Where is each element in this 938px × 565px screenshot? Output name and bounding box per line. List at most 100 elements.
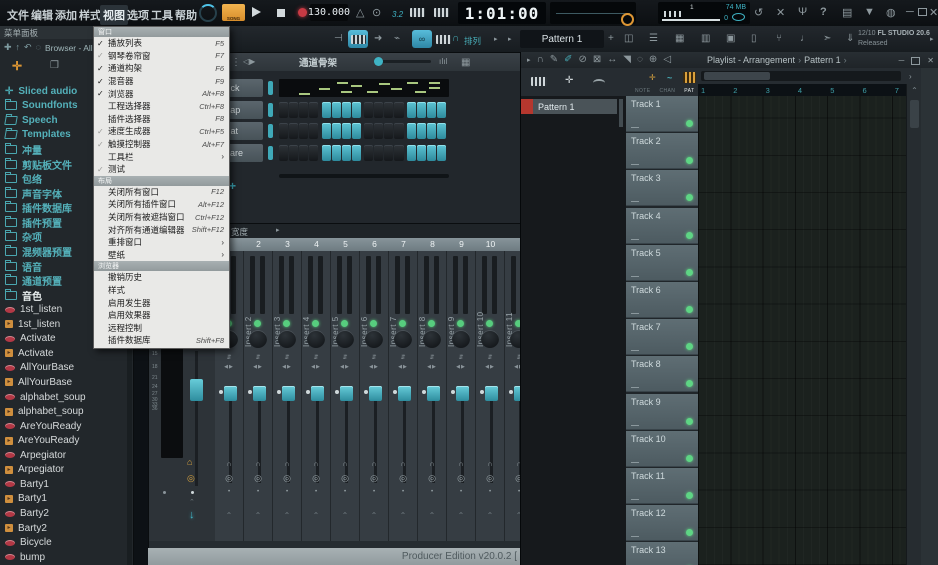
- sep-arrows-icon[interactable]: ⇵: [302, 354, 330, 361]
- mute-dot[interactable]: [219, 390, 223, 394]
- browser-item[interactable]: ▸ AllYourBase: [0, 375, 126, 390]
- step-button[interactable]: [374, 101, 384, 118]
- fold-arrow-icon[interactable]: ⌃: [273, 511, 301, 520]
- headphone-icon[interactable]: ∩: [273, 461, 301, 468]
- dial-icon[interactable]: ◎: [302, 473, 330, 484]
- headphone-icon[interactable]: ∩: [244, 461, 272, 468]
- stretch-tool-icon[interactable]: ↔: [607, 55, 617, 65]
- master-fader[interactable]: [190, 379, 203, 401]
- playlist-maximize-button[interactable]: [911, 56, 921, 65]
- graph-editor-icon[interactable]: ıIıl: [439, 58, 447, 66]
- mixer-strip[interactable]: Insert 7 ⇵ ◀▶ ∩ ◎ • ⌃: [389, 251, 418, 541]
- scroll-up-arrow[interactable]: ⌃: [907, 86, 922, 95]
- headphone-icon[interactable]: ∩: [215, 461, 243, 468]
- step-button[interactable]: [394, 123, 404, 140]
- insert-led[interactable]: [370, 320, 377, 327]
- track-led[interactable]: [686, 492, 693, 499]
- insert-led[interactable]: [399, 320, 406, 327]
- menu-item[interactable]: 壁纸 ›: [94, 249, 229, 262]
- dot-icon[interactable]: [163, 491, 166, 494]
- insert-led[interactable]: [457, 320, 464, 327]
- menu-item[interactable]: 重排窗口 ›: [94, 236, 229, 249]
- insert-number[interactable]: 6: [360, 238, 389, 251]
- add-pattern-button[interactable]: +: [608, 34, 614, 44]
- dot-icon[interactable]: •: [389, 489, 417, 495]
- fader-handle[interactable]: [485, 386, 498, 401]
- step-button[interactable]: [374, 145, 384, 162]
- sep-arrows-icon[interactable]: ⇵: [418, 354, 446, 361]
- menu-item[interactable]: 远程控制: [94, 321, 229, 334]
- menu-item[interactable]: 启用效果器: [94, 309, 229, 322]
- dot-icon[interactable]: [191, 491, 194, 494]
- fold-arrow-icon[interactable]: ⌃: [418, 511, 446, 520]
- browser-item[interactable]: ▸ AreYouReady: [0, 433, 126, 448]
- mute-dot[interactable]: [393, 390, 397, 394]
- fold-arrow-icon[interactable]: ⌃: [244, 511, 272, 520]
- insert-knob[interactable]: [481, 330, 499, 348]
- headphone-icon[interactable]: ∩: [331, 461, 359, 468]
- step-edit-button[interactable]: [348, 30, 368, 48]
- wait-for-input-icon[interactable]: ⊙: [372, 6, 381, 19]
- step-button[interactable]: [436, 123, 447, 140]
- browser-item[interactable]: ▸ alphabet_soup: [0, 404, 126, 419]
- up-icon[interactable]: ↑: [16, 43, 21, 52]
- slice-tool-icon[interactable]: ◥: [623, 55, 631, 65]
- menu-item[interactable]: ✓ 触摸控制器 Alt+F7: [94, 138, 229, 151]
- dot-icon[interactable]: •: [418, 489, 446, 495]
- headphone-icon[interactable]: ∩: [302, 461, 330, 468]
- version-info[interactable]: 12/10 FL STUDIO 20.6 Released: [858, 29, 930, 49]
- insert-led[interactable]: [486, 320, 493, 327]
- chan-source-icon[interactable]: ~: [667, 73, 672, 83]
- menu-item[interactable]: ✓ 通道构架 F6: [94, 62, 229, 75]
- browser-path[interactable]: Browser - All: [45, 43, 93, 53]
- pencil-tool-icon[interactable]: ✎: [550, 55, 558, 65]
- mute-dot[interactable]: [422, 390, 426, 394]
- fader-handle[interactable]: [427, 386, 440, 401]
- step-button[interactable]: [364, 145, 374, 162]
- mixer-panel-icon[interactable]: ▥: [701, 34, 710, 44]
- pan-arrows-icon[interactable]: ◀▶: [273, 364, 301, 370]
- menu-item[interactable]: 对齐所有通道编辑器 Shift+F12: [94, 223, 229, 236]
- fader-handle[interactable]: [340, 386, 353, 401]
- insert-number[interactable]: 10: [476, 238, 505, 251]
- close-button[interactable]: ✕: [929, 6, 938, 19]
- fold-arrow-icon[interactable]: ⌃: [215, 511, 243, 520]
- save-icon[interactable]: ▤: [842, 6, 852, 19]
- mute-dot[interactable]: [451, 390, 455, 394]
- headphone-icon[interactable]: ∩: [418, 461, 446, 468]
- fold-arrow-icon[interactable]: ⌃: [389, 511, 417, 520]
- pattern-prev-arrow[interactable]: ▸: [508, 36, 512, 43]
- track-led[interactable]: [686, 157, 693, 165]
- paint-tool-icon[interactable]: ✐: [564, 55, 572, 65]
- picker-tab-pat[interactable]: PAT: [684, 88, 694, 94]
- rack-scrollbar[interactable]: [279, 174, 449, 178]
- track-header[interactable]: Track 2: [626, 133, 698, 170]
- step-button[interactable]: [321, 123, 331, 140]
- mute-dot[interactable]: [509, 390, 513, 394]
- menu-item[interactable]: ✓ 混音器 F9: [94, 75, 229, 88]
- playlist-titlebar[interactable]: ▸ ∩ ✎ ✐ ⊘ ⊠ ↔ ◥ ◌ ⊕ ◁ Playlist - Arrange…: [521, 52, 938, 68]
- step-button[interactable]: [351, 145, 361, 162]
- browser-item[interactable]: ▸ Barty2: [0, 521, 126, 536]
- track-led[interactable]: [686, 268, 693, 276]
- menu-item[interactable]: 关闭所有被遮挡窗口 Ctrl+F12: [94, 211, 229, 224]
- step-button[interactable]: [299, 123, 309, 140]
- rack-speaker-icon[interactable]: ◁▶: [243, 58, 255, 66]
- browser-item[interactable]: bump: [0, 550, 126, 565]
- step-button[interactable]: [436, 101, 447, 118]
- mixer-strip[interactable]: Insert 5 ⇵ ◀▶ ∩ ◎ • ⌃: [331, 251, 360, 541]
- browser-panel-icon[interactable]: ▣: [726, 34, 735, 44]
- track-led[interactable]: [686, 529, 693, 537]
- lock-icon[interactable]: ⌂: [187, 457, 192, 467]
- track-header[interactable]: Track 11: [626, 468, 698, 504]
- mute-dot[interactable]: [306, 390, 310, 394]
- touch-icon[interactable]: ➣: [823, 34, 831, 44]
- step-button[interactable]: [341, 145, 351, 162]
- portamento-icon[interactable]: ⌁: [394, 34, 400, 44]
- countdown-icon[interactable]: 3.2: [392, 10, 403, 19]
- insert-led[interactable]: [283, 320, 290, 327]
- menu-item[interactable]: 插件选择器 F8: [94, 113, 229, 126]
- punch-icon[interactable]: ◫: [624, 34, 633, 44]
- step-button[interactable]: [331, 145, 341, 162]
- dial-icon[interactable]: ◎: [447, 473, 475, 484]
